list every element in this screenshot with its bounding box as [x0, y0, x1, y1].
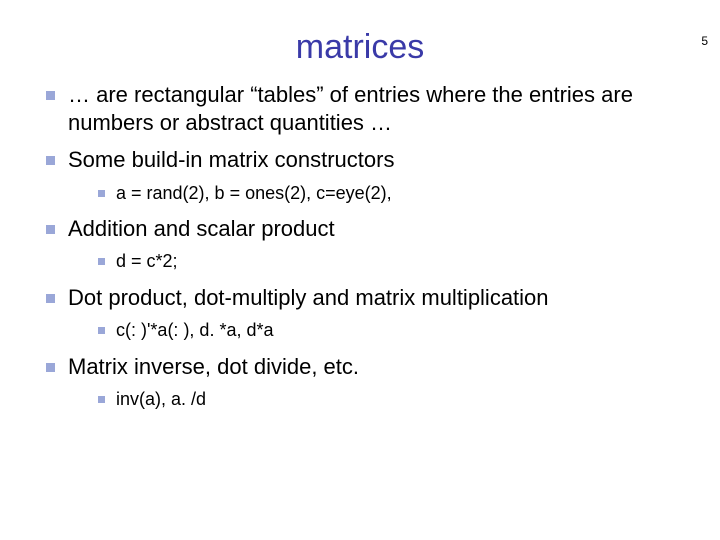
list-item: Some build-in matrix constructors a = ra…	[40, 146, 680, 205]
sub-list: d = c*2;	[68, 250, 680, 273]
list-item: … are rectangular “tables” of entries wh…	[40, 81, 680, 136]
bullet-text: Addition and scalar product	[68, 216, 335, 241]
bullet-text: inv(a), a. /d	[116, 389, 206, 409]
sub-list: inv(a), a. /d	[68, 388, 680, 411]
list-item: Dot product, dot-multiply and matrix mul…	[40, 284, 680, 343]
bullet-text: Matrix inverse, dot divide, etc.	[68, 354, 359, 379]
list-item: a = rand(2), b = ones(2), c=eye(2),	[94, 182, 680, 205]
bullet-text: … are rectangular “tables” of entries wh…	[68, 82, 633, 135]
bullet-list: … are rectangular “tables” of entries wh…	[40, 81, 680, 412]
list-item: inv(a), a. /d	[94, 388, 680, 411]
bullet-text: d = c*2;	[116, 251, 178, 271]
bullet-text: a = rand(2), b = ones(2), c=eye(2),	[116, 183, 392, 203]
page-number: 5	[701, 34, 708, 48]
list-item: d = c*2;	[94, 250, 680, 273]
bullet-text: Dot product, dot-multiply and matrix mul…	[68, 285, 549, 310]
bullet-text: c(: )'*a(: ), d. *a, d*a	[116, 320, 274, 340]
slide: 5 matrices … are rectangular “tables” of…	[0, 28, 720, 540]
bullet-text: Some build-in matrix constructors	[68, 147, 394, 172]
sub-list: a = rand(2), b = ones(2), c=eye(2),	[68, 182, 680, 205]
list-item: Addition and scalar product d = c*2;	[40, 215, 680, 274]
list-item: c(: )'*a(: ), d. *a, d*a	[94, 319, 680, 342]
sub-list: c(: )'*a(: ), d. *a, d*a	[68, 319, 680, 342]
list-item: Matrix inverse, dot divide, etc. inv(a),…	[40, 353, 680, 412]
slide-title: matrices	[0, 28, 720, 67]
